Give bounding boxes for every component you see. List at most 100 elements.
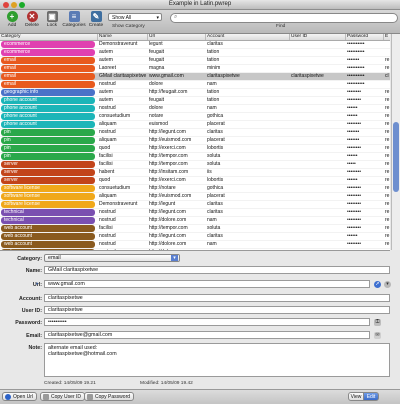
create-label: Create	[88, 23, 104, 28]
cell-account: claritas	[207, 233, 223, 239]
cell-name: Demonstraverunt	[99, 41, 138, 47]
table-row[interactable]: server quod http://exerci.com lobortis •••••…	[0, 177, 390, 185]
cell-name: habent	[99, 169, 115, 175]
table-row[interactable]: pin quod http://exerci.com lobortis ••••••••…	[0, 145, 390, 153]
cell-password: ••••••	[347, 105, 358, 111]
table-row[interactable]: phone account nostrud dolore nam •••••• re	[0, 105, 390, 113]
url-field[interactable]: www.gmail.com	[44, 280, 370, 288]
cell-password: ••••••••	[347, 225, 362, 231]
col-password[interactable]: Password	[346, 34, 384, 40]
table-row[interactable]: software license aliquam http://euismod.co…	[0, 193, 390, 201]
table-row[interactable]: phone account autem feugait tation •••••••• r…	[0, 97, 390, 105]
cell-url: http://legunt.com	[149, 233, 186, 239]
table-row[interactable]: software license consuetudium http://notar…	[0, 185, 390, 193]
cell-url: http://tempor.com	[149, 153, 188, 159]
scroll-thumb[interactable]	[393, 122, 399, 192]
key-icon[interactable]: ⚿	[374, 319, 381, 326]
category-dropdown[interactable]: email ▾	[44, 254, 180, 262]
table-row[interactable]: email Laoreet magna minim •••••••••• re	[0, 65, 390, 73]
add-button[interactable]: + Add	[2, 11, 22, 32]
category-pill: phone account	[1, 105, 95, 112]
create-button[interactable]: ✎ Create	[86, 11, 106, 32]
categories-button[interactable]: ≡ Categories	[62, 11, 86, 32]
table-row[interactable]: geographic info autem http://feugait.com ta…	[0, 89, 390, 97]
table-row[interactable]: phone account consuetudium notare gothica ••…	[0, 113, 390, 121]
table-row[interactable]: ecommerce autem feugait tation ••••••••••	[0, 49, 390, 57]
open-url-button[interactable]: Open Url	[2, 392, 38, 401]
table-row[interactable]: email GMail claritaspixetwe www.gmail.com c…	[0, 73, 390, 81]
cell-url: feugait	[149, 57, 165, 63]
table-row[interactable]: email autem feugait tation ••••••• re	[0, 57, 390, 65]
account-field[interactable]: claritaspixetwe	[44, 294, 390, 302]
copy-password-button[interactable]: Copy Password	[84, 392, 135, 401]
cell-password: ••••••••	[347, 145, 362, 151]
cell-password: ••••••••	[347, 193, 362, 199]
table-row[interactable]: pin aliquam http://euismod.com placerat ••••…	[0, 137, 390, 145]
name-field[interactable]: GMail claritaspixetwe	[44, 266, 390, 274]
col-userid[interactable]: User ID	[290, 34, 346, 40]
table-row[interactable]: web account nostrud http://dolore.com nam ••…	[0, 241, 390, 249]
delete-label: Delete	[25, 23, 39, 28]
table-row[interactable]: pin nostrud http://legunt.com claritas •••••…	[0, 129, 390, 137]
table-row[interactable]: pin facilisi http://tempor.com soluta ••••••…	[0, 153, 390, 161]
col-account[interactable]: Account	[206, 34, 290, 40]
cell-name: GMail claritaspixetwe	[99, 73, 147, 79]
table-row[interactable]: email nostrud dolore nam ••••••••••	[0, 81, 390, 89]
cell-url: http://legunt.com	[149, 209, 186, 215]
category-pill: server	[1, 161, 95, 168]
mail-icon[interactable]: ✉	[374, 332, 381, 339]
cell-name: nostrud	[99, 233, 116, 239]
categories-icon: ≡	[68, 11, 80, 22]
created-timestamp: Created: 14/05/09 19.21	[44, 381, 96, 386]
table-row[interactable]: server facilisi http://tempor.com soluta •••…	[0, 161, 390, 169]
cell-password: ••••••••••	[347, 41, 365, 47]
col-url[interactable]: Url	[148, 34, 206, 40]
cell-account: claritas	[207, 129, 223, 135]
table-row[interactable]: technical nostrud http://dolore.com nam ••••…	[0, 217, 390, 225]
userid-field[interactable]: claritaspixetwe	[44, 306, 390, 314]
col-name[interactable]: Name	[98, 34, 148, 40]
cell-e: re	[385, 57, 390, 63]
copy-user-id-button[interactable]: Copy User ID	[40, 392, 86, 401]
url-options-icon[interactable]: ▾	[384, 281, 391, 288]
col-category[interactable]: Category	[0, 34, 98, 40]
table-row[interactable]: ecommerce Demonstraverunt legunt claritas ••…	[0, 41, 390, 49]
cell-e: re	[385, 225, 390, 231]
cell-password: •••••••	[347, 57, 360, 63]
find-input[interactable]: ⌕	[170, 13, 398, 23]
table-row[interactable]: technical nostrud http://legunt.com clarita…	[0, 209, 390, 217]
edit-toggle[interactable]: Edit	[363, 392, 379, 401]
lock-button[interactable]: ▣ Lock	[42, 11, 62, 32]
cell-name: consuetudium	[99, 185, 131, 191]
delete-button[interactable]: ✕ Delete	[22, 11, 42, 32]
category-pill: server	[1, 169, 95, 176]
open-url-icon[interactable]: ➚	[374, 281, 381, 288]
cell-url: http://insitam.com	[149, 169, 189, 175]
cell-name: Laoreet	[99, 65, 116, 71]
table-row[interactable]: server habent http://insitam.com iis •••••••…	[0, 169, 390, 177]
table-row[interactable]: phone account aliquam euismod placerat •••••…	[0, 121, 390, 129]
table-row[interactable]: web account nostrud http://legunt.com clari…	[0, 233, 390, 241]
cell-password: •••••••	[347, 137, 360, 143]
cell-account: gothica	[207, 185, 224, 191]
cell-e: re	[385, 137, 390, 143]
table-header: Category Name Url Account User ID Passwo…	[0, 34, 390, 41]
note-field[interactable]: alternate email used: claritaspixetwe@ho…	[44, 343, 390, 377]
password-field[interactable]: ••••••••••	[44, 318, 370, 326]
category-pill: pin	[1, 129, 95, 136]
title-bar: Example in Latin.pwrep	[0, 0, 400, 10]
cell-url: dolore	[149, 81, 163, 87]
copy-icon	[87, 394, 93, 400]
view-toggle[interactable]: View	[348, 392, 364, 401]
open-url-label: Open Url	[13, 394, 34, 400]
cell-password: ••••••••	[347, 217, 362, 223]
cell-e: re	[385, 145, 390, 151]
table-row[interactable]: web account facilisi http://tempor.com solu…	[0, 225, 390, 233]
cell-password: ••••••••••	[347, 49, 365, 55]
email-field[interactable]: claritaspixetwe@gmail.com	[44, 331, 370, 339]
table-row[interactable]: software license Demonstraverunt http://le…	[0, 201, 390, 209]
col-e[interactable]: E	[384, 34, 390, 40]
cell-url: http://euismod.com	[149, 193, 192, 199]
category-select[interactable]: Show All ▾	[108, 13, 162, 21]
table-scrollbar[interactable]	[391, 34, 400, 250]
